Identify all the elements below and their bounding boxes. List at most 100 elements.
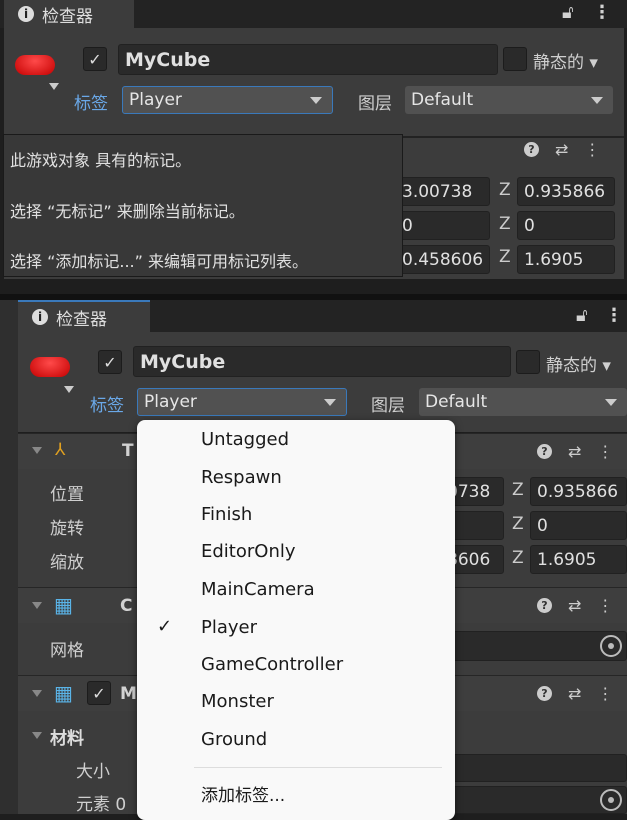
more-icon[interactable]: ⋮ [593,2,611,23]
layer-label: 图层 [371,396,405,416]
menu-separator [194,767,442,768]
icon-dropdown-arrow[interactable] [49,83,59,90]
z-label: Z [512,480,524,500]
rotation-z-field[interactable]: 0 [530,511,627,540]
help-icon[interactable]: ? [537,444,552,459]
help-icon[interactable]: ? [537,686,552,701]
position-z-field[interactable]: 0.935866 [530,477,627,506]
preset-icon[interactable]: ⇄ [568,596,581,615]
layer-value: Default [411,90,474,110]
collapse-arrow[interactable] [32,447,42,454]
tab-label: 检查器 [56,309,107,330]
menu-item-ground[interactable]: Ground [201,729,267,750]
menu-item-monster[interactable]: Monster [201,691,274,712]
menu-item-finish[interactable]: Finish [201,504,252,525]
mesh-renderer-enabled-checkbox[interactable]: ✓ [87,681,111,705]
chevron-down-icon [310,97,322,104]
menu-item-player[interactable]: Player [201,617,257,638]
position-label: 位置 [50,485,84,505]
menu-item-gamecontroller[interactable]: GameController [201,654,343,675]
scale-x-field[interactable]: 0.458606 [395,245,490,274]
z-label: Z [499,214,511,234]
static-label: 静态的 [546,356,597,376]
tooltip-line: 选择 “添加标记...” 来编辑可用标记列表。 [10,252,309,271]
static-dropdown[interactable]: 静态的 ▾ [533,48,598,73]
preset-icon[interactable]: ⇄ [568,684,581,703]
more-icon[interactable]: ⋮ [605,305,623,326]
position-x-field[interactable]: 3.00738 [395,177,490,206]
preset-icon[interactable]: ⇄ [555,140,568,159]
object-name-input[interactable]: MyCube [133,346,511,377]
object-picker-icon[interactable] [600,789,622,811]
collapse-arrow[interactable] [32,690,42,697]
tooltip-line: 此游戏对象 具有的标记。 [10,151,192,170]
position-z-field[interactable]: 0.935866 [517,177,615,206]
tag-dropdown[interactable]: Player [137,388,347,416]
z-label: Z [499,247,511,267]
mesh-field[interactable] [440,631,627,661]
active-checkbox[interactable]: ✓ [98,350,122,374]
transform-title: T [122,441,134,461]
rotation-label: 旋转 [50,519,84,539]
tag-dropdown[interactable]: Player [122,86,333,114]
tag-dropdown-menu: Untagged Respawn Finish EditorOnly MainC… [137,420,455,820]
scale-z-field[interactable]: 1.6905 [517,245,615,274]
layer-label: 图层 [358,94,392,114]
more-icon[interactable]: ⋮ [597,684,613,703]
icon-dropdown-arrow[interactable] [64,386,74,393]
object-picker-icon[interactable] [600,635,622,657]
collapse-arrow[interactable] [32,602,42,609]
menu-item-maincamera[interactable]: MainCamera [201,579,315,600]
layer-dropdown[interactable]: Default [405,86,613,114]
lock-icon[interactable]: 🔓︎ [576,305,588,326]
z-label: Z [512,548,524,568]
transform-icon: ⅄ [55,440,66,460]
object-name-input[interactable]: MyCube [118,44,498,75]
chevron-down-icon [591,97,603,104]
menu-item-respawn[interactable]: Respawn [201,467,282,488]
mesh-filter-title: C [120,596,133,616]
static-checkbox[interactable] [503,47,527,71]
tab-label: 检查器 [42,6,93,27]
menu-item-untagged[interactable]: Untagged [201,429,289,450]
z-label: Z [512,514,524,534]
element-field[interactable] [440,786,627,814]
materials-label: 材料 [50,729,84,749]
mesh-renderer-title: M [120,684,137,704]
chevron-down-icon [605,399,617,406]
scale-z-field[interactable]: 1.6905 [530,545,627,574]
menu-item-editoronly[interactable]: EditorOnly [201,541,296,562]
info-icon: i [18,6,34,22]
object-icon[interactable] [15,55,55,75]
static-checkbox[interactable] [516,350,540,374]
lock-icon[interactable]: 🔓︎ [562,2,574,23]
layer-value: Default [425,392,488,412]
tag-label: 标签 [90,396,124,416]
component-header-icons: ? ⇄ ⋮ [524,140,600,159]
menu-item-add-tag[interactable]: 添加标签... [201,781,285,806]
info-icon: i [32,309,48,325]
scale-label: 缩放 [50,553,84,573]
static-label: 静态的 [533,53,584,73]
collapse-arrow[interactable] [32,732,42,739]
tag-label: 标签 [74,94,108,114]
preset-icon[interactable]: ⇄ [568,442,581,461]
active-checkbox[interactable]: ✓ [83,47,107,71]
help-icon[interactable]: ? [537,598,552,613]
static-dropdown[interactable]: 静态的 ▾ [546,351,611,376]
more-icon[interactable]: ⋮ [597,442,613,461]
chevron-down-icon [324,399,336,406]
rotation-z-field[interactable]: 0 [517,211,615,240]
mesh-label: 网格 [50,641,84,661]
size-field[interactable] [440,754,627,782]
layer-dropdown[interactable]: Default [419,388,627,416]
rotation-x-field[interactable]: 0 [395,211,490,240]
tooltip-line: 选择 “无标记” 来删除当前标记。 [10,202,245,221]
element-label: 元素 0 [76,795,127,815]
more-icon[interactable]: ⋮ [597,596,613,615]
bottom-inspector-tab[interactable]: i 检查器 [18,300,150,332]
more-icon[interactable]: ⋮ [584,140,600,159]
object-icon[interactable] [30,357,70,377]
help-icon[interactable]: ? [524,142,539,157]
top-inspector-tab[interactable]: i 检查器 [4,0,134,28]
